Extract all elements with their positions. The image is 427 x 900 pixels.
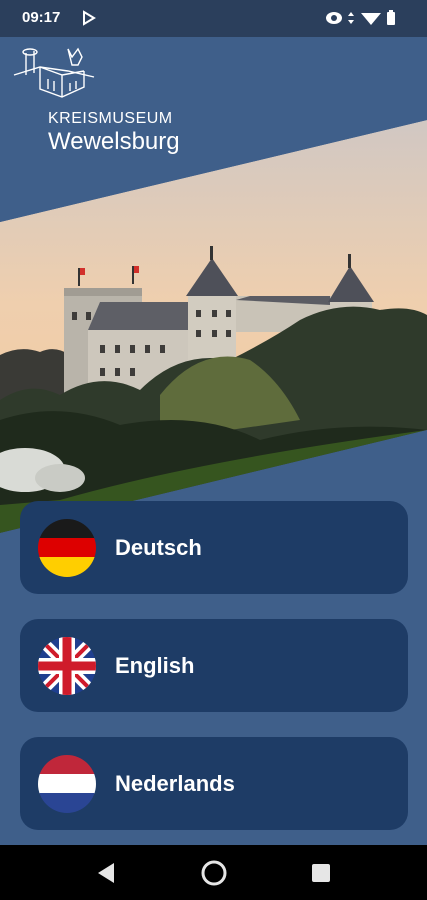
language-label: Deutsch (115, 535, 202, 560)
eye-icon (326, 12, 342, 24)
logo-line1: KREISMUSEUM (48, 110, 173, 127)
status-icons (326, 10, 395, 25)
language-button-deutsch[interactable]: Deutsch (20, 501, 408, 594)
wifi-icon (361, 13, 381, 25)
language-selection-screen: KREISMUSEUM Wewelsburg 09:17 Deutsch Eng… (0, 0, 427, 900)
language-label: Nederlands (115, 771, 235, 796)
data-arrows-icon (348, 12, 354, 24)
navigation-bar (0, 845, 427, 900)
language-label: English (115, 653, 195, 678)
recents-icon[interactable] (312, 864, 330, 882)
back-icon[interactable] (96, 862, 116, 884)
logo-line2: Wewelsburg (48, 128, 180, 155)
uk-flag-icon (38, 637, 96, 695)
status-time: 09:17 (22, 9, 61, 26)
play-notification-icon (83, 10, 96, 26)
germany-flag-icon (38, 519, 96, 577)
netherlands-flag-icon (38, 755, 96, 813)
battery-icon (387, 12, 395, 25)
kreismuseum-logo-icon (13, 47, 95, 98)
home-icon[interactable] (200, 859, 228, 887)
language-button-nederlands[interactable]: Nederlands (20, 737, 408, 830)
language-button-english[interactable]: English (20, 619, 408, 712)
status-bar: 09:17 (0, 0, 427, 37)
